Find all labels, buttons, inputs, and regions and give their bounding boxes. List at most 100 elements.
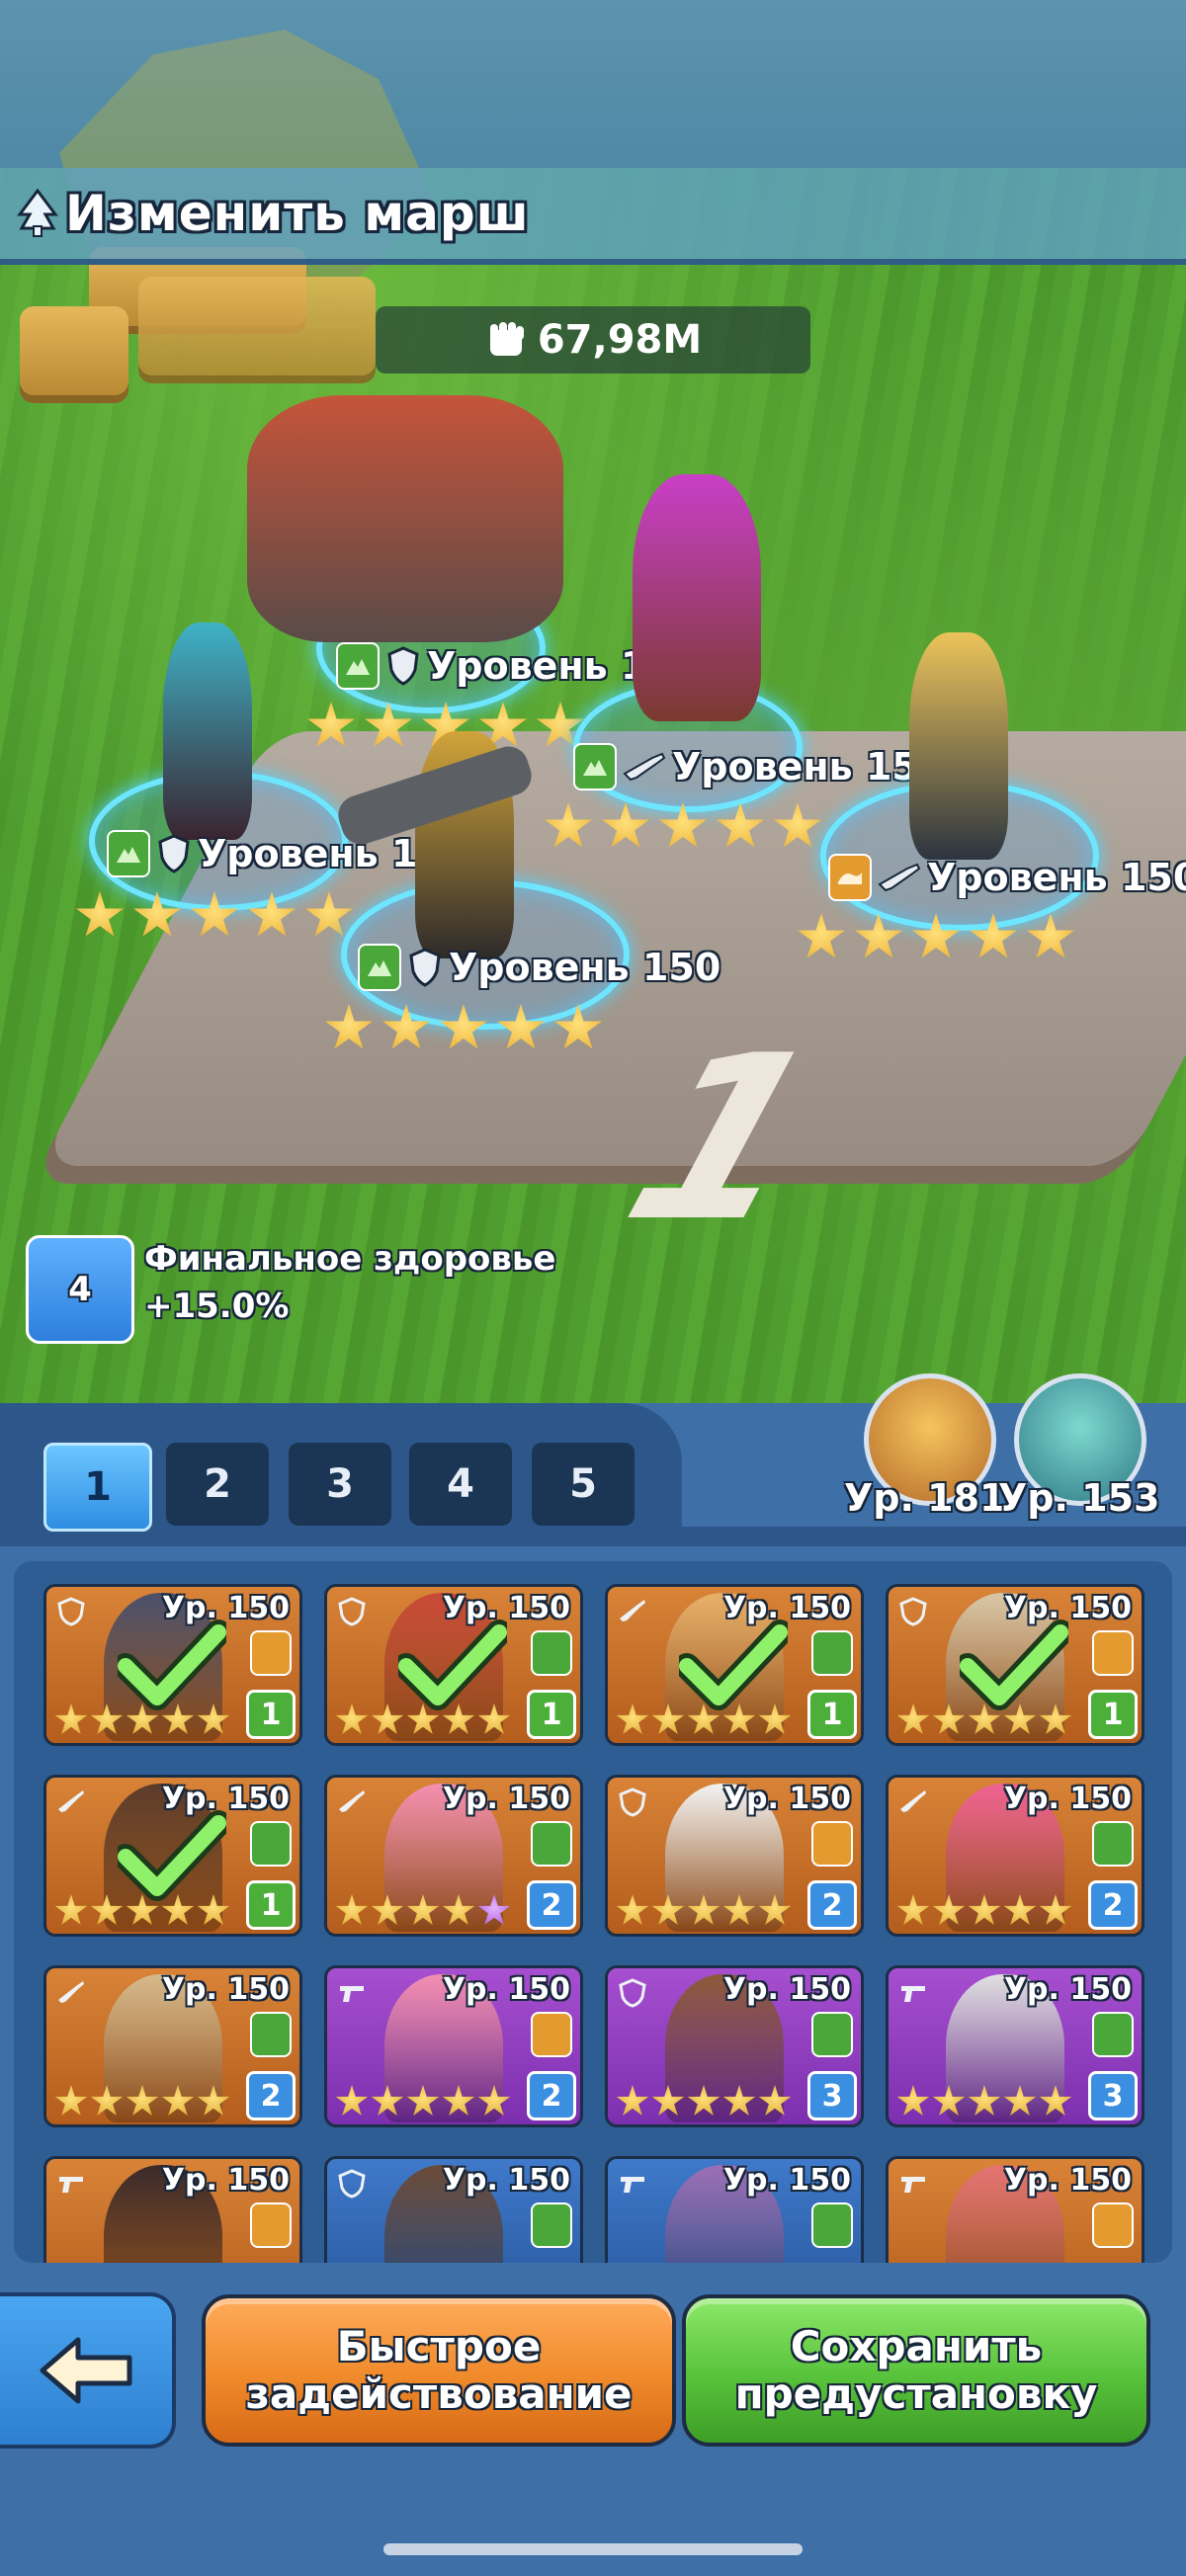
star-icon bbox=[968, 1894, 1001, 1925]
tab-team-5[interactable]: 5 bbox=[532, 1443, 635, 1526]
rock-tile bbox=[20, 306, 128, 395]
hero-card[interactable]: Ур. 150 1 bbox=[886, 1584, 1144, 1746]
hero-card-stars bbox=[896, 1894, 1072, 1928]
formation-buff[interactable]: 4 Финальное здоровье +15.0% bbox=[26, 1235, 555, 1344]
hero-team-badge: 1 bbox=[1088, 1690, 1138, 1739]
hero-card[interactable]: Ур. 150 2 bbox=[43, 1965, 302, 2127]
tab-team-2[interactable]: 2 bbox=[166, 1443, 269, 1526]
star-icon bbox=[602, 802, 649, 848]
page-title: Изменить марш bbox=[65, 185, 530, 242]
star-icon bbox=[335, 2085, 369, 2116]
star-icon bbox=[382, 1004, 430, 1049]
star-icon bbox=[477, 2085, 511, 2116]
hero-card-level: Ур. 150 bbox=[442, 2163, 570, 2198]
hero-card[interactable]: Ур. 150 2 bbox=[886, 1775, 1144, 1937]
header-bar: Изменить марш bbox=[0, 168, 1186, 265]
hero-card-stars bbox=[616, 1894, 792, 1928]
hero-team-badge: 1 bbox=[807, 1690, 857, 1739]
wave-faction-icon bbox=[250, 2202, 292, 2248]
pistol-icon bbox=[898, 2169, 928, 2199]
star-icon bbox=[133, 891, 181, 937]
star-icon bbox=[717, 802, 764, 848]
star-icon bbox=[896, 1703, 930, 1734]
tab-team-3[interactable]: 3 bbox=[289, 1443, 391, 1526]
hero-team-badge: 3 bbox=[1088, 2071, 1138, 2120]
rifle-icon bbox=[56, 1978, 86, 2008]
shield-icon bbox=[898, 1597, 928, 1626]
mountain-faction-icon bbox=[1092, 1821, 1134, 1867]
formation-badge: Уровень 150 bbox=[358, 944, 720, 991]
hero-blonde-figure[interactable] bbox=[909, 632, 1008, 860]
star-icon bbox=[442, 1894, 475, 1925]
star-icon bbox=[758, 2085, 792, 2116]
star-icon bbox=[896, 1894, 930, 1925]
star-icon bbox=[197, 2085, 230, 2116]
tab-team-1[interactable]: 1 bbox=[43, 1443, 152, 1532]
star-icon bbox=[932, 2085, 966, 2116]
hero-team-badge: 2 bbox=[1088, 1880, 1138, 1930]
hero-pink-suit-figure[interactable] bbox=[633, 474, 761, 721]
panel-divider bbox=[0, 1527, 1186, 1546]
star-icon bbox=[307, 702, 355, 747]
shield-icon bbox=[337, 2169, 367, 2199]
checkmark-icon bbox=[960, 1620, 1068, 1710]
quick-deploy-button[interactable]: Быстрое задействование bbox=[202, 2294, 676, 2447]
pistol-icon bbox=[898, 1978, 928, 2008]
hero-team-badge: 1 bbox=[246, 1690, 296, 1739]
formation-badge: Уровень 150 bbox=[828, 854, 1186, 901]
rifle-icon bbox=[898, 1787, 928, 1817]
star-icon bbox=[1039, 1894, 1072, 1925]
hero-stars bbox=[324, 1004, 603, 1053]
star-icon bbox=[912, 913, 960, 958]
hero-card[interactable]: Ур. 150 1 bbox=[605, 1584, 864, 1746]
mountain-faction-icon bbox=[811, 1630, 853, 1676]
hero-team-badge: 3 bbox=[807, 2071, 857, 2120]
star-icon bbox=[477, 1894, 511, 1925]
shield-icon bbox=[387, 646, 419, 686]
hero-card[interactable]: Ур. 150 1 bbox=[324, 1584, 583, 1746]
hero-card-level: Ур. 150 bbox=[442, 1972, 570, 2007]
hero-cyan-hair-figure[interactable] bbox=[163, 623, 252, 840]
hero-card[interactable]: Ур. 150 3 bbox=[605, 1965, 864, 2127]
back-button[interactable] bbox=[0, 2292, 176, 2449]
mountain-faction-icon bbox=[531, 1821, 572, 1867]
hero-card[interactable]: Ур. 150 1 bbox=[43, 1775, 302, 1937]
star-icon bbox=[554, 1004, 602, 1049]
hero-stars bbox=[544, 802, 822, 852]
rifle-icon bbox=[337, 1787, 367, 1817]
star-icon bbox=[497, 1004, 545, 1049]
hero-card[interactable]: Ур. 150 2 bbox=[605, 1775, 864, 1937]
star-icon bbox=[545, 802, 592, 848]
hero-card-level: Ур. 150 bbox=[722, 1972, 851, 2007]
hero-card[interactable]: Ур. 150 2 bbox=[324, 1775, 583, 1937]
star-icon bbox=[1003, 1894, 1037, 1925]
star-icon bbox=[855, 913, 902, 958]
save-preset-button[interactable]: Сохранить предустановку bbox=[682, 2294, 1150, 2447]
star-icon bbox=[968, 2085, 1001, 2116]
hero-mech-figure[interactable] bbox=[247, 395, 563, 642]
star-icon bbox=[970, 913, 1017, 958]
mountain-faction-icon bbox=[250, 1821, 292, 1867]
buff-badge-icon[interactable]: 4 bbox=[26, 1235, 134, 1344]
hero-card[interactable]: Ур. 150 3 bbox=[886, 1965, 1144, 2127]
buff-badge-number: 4 bbox=[68, 1270, 92, 1309]
pistol-icon bbox=[56, 2169, 86, 2199]
shield-icon bbox=[618, 1787, 647, 1817]
mountain-faction-icon bbox=[336, 642, 380, 690]
star-icon bbox=[440, 1004, 487, 1049]
save-preset-label-line1: Сохранить bbox=[790, 2321, 1043, 2370]
mountain-faction-icon bbox=[250, 2012, 292, 2057]
star-icon bbox=[722, 2085, 756, 2116]
star-icon bbox=[896, 2085, 930, 2116]
rifle-icon bbox=[56, 1787, 86, 1817]
hero-stars bbox=[75, 891, 354, 941]
tab-team-4[interactable]: 4 bbox=[409, 1443, 512, 1526]
star-icon bbox=[651, 1894, 685, 1925]
hero-card-stars bbox=[616, 2085, 792, 2119]
hero-card[interactable]: Ур. 150 1 bbox=[43, 1584, 302, 1746]
hero-team-badge: 2 bbox=[527, 2071, 576, 2120]
star-icon bbox=[687, 1894, 720, 1925]
hero-card-level: Ур. 150 bbox=[161, 1972, 290, 2007]
hero-card[interactable]: Ур. 150 2 bbox=[324, 1965, 583, 2127]
star-icon bbox=[1027, 913, 1074, 958]
